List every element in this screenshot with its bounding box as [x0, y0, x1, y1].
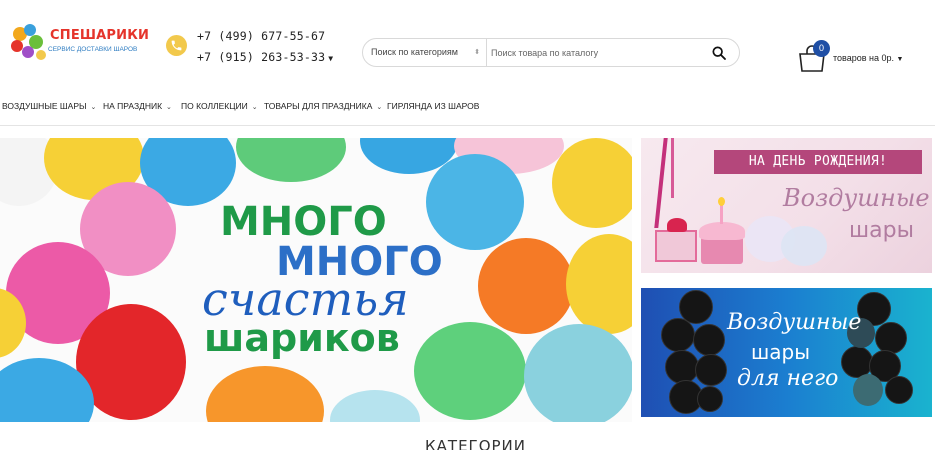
nav-item-label: ГИРЛЯНДА ИЗ ШАРОВ — [387, 101, 480, 111]
chevron-down-icon: ▼ — [896, 56, 904, 63]
cart-summary-text: товаров на 0р. — [833, 53, 894, 63]
chevron-down-icon[interactable]: ▼ — [328, 54, 333, 63]
balloon-image — [478, 238, 574, 334]
nav-item-label: ТОВАРЫ ДЛЯ ПРАЗДНИКА — [264, 101, 373, 111]
hero-line-1: МНОГО — [220, 199, 387, 245]
balloon-image — [206, 366, 324, 422]
balloon-image — [236, 138, 346, 182]
chevron-updown-icon: ⬍ — [474, 49, 480, 56]
chevron-down-icon: ⌄ — [251, 104, 258, 111]
hero-line-4: шариков — [204, 316, 400, 360]
logo-title: СПЕШАРИКИ — [50, 28, 150, 43]
hero-banner[interactable]: МНОГО МНОГО счастья шариков — [0, 138, 632, 422]
banner-birthday-title: НА ДЕНЬ РОЖДЕНИЯ! — [714, 150, 922, 174]
chevron-down-icon: ⌄ — [376, 104, 383, 111]
phone-number-secondary-text: +7 (915) 263-53-33 — [197, 50, 326, 64]
phone-number-primary[interactable]: +7 (499) 677-55-67 — [197, 29, 325, 43]
balloon-image — [552, 138, 632, 228]
nav-item-holiday[interactable]: НА ПРАЗДНИК ⌄ — [103, 101, 172, 111]
search-icon[interactable] — [711, 45, 727, 61]
cart-count-badge: 0 — [813, 40, 830, 57]
gift-box-image — [655, 230, 697, 262]
banner-for-him[interactable]: Воздушные шары для него — [641, 288, 932, 417]
balloon-image — [661, 318, 695, 352]
balloon-image — [695, 354, 727, 386]
banner-for-him-line-1: Воздушные — [727, 310, 862, 335]
chevron-down-icon: ⌄ — [166, 104, 172, 111]
search-category-select[interactable]: Поиск по категориям ⬍ — [363, 39, 487, 66]
balloon-image — [665, 350, 699, 384]
main-nav: ВОЗДУШНЫЕ ШАРЫ ⌄ НА ПРАЗДНИК ⌄ ПО КОЛЛЕКЦИ… — [0, 92, 935, 126]
site-logo[interactable]: СПЕШАРИКИ СЕРВИС ДОСТАВКИ ШАРОВ — [8, 22, 149, 62]
banner-for-him-line-3: для него — [737, 366, 839, 391]
balloon-image — [693, 324, 725, 356]
nav-item-party-goods[interactable]: ТОВАРЫ ДЛЯ ПРАЗДНИКА ⌄ — [264, 101, 382, 111]
balloon-image — [853, 374, 883, 406]
balloon-image — [414, 322, 526, 420]
balloon-image — [426, 154, 524, 250]
chevron-down-icon: ⌄ — [90, 104, 97, 111]
ribbon-decoration — [671, 138, 674, 198]
banner-birthday-line-1: Воздушные — [783, 184, 930, 212]
logo-balloons-icon — [11, 24, 46, 60]
phone-number-secondary[interactable]: +7 (915) 263-53-33 ▼ — [197, 50, 333, 64]
banner-birthday[interactable]: НА ДЕНЬ РОЖДЕНИЯ! Воздушные шары — [641, 138, 932, 273]
cupcake-frosting-image — [699, 222, 745, 240]
logo-subtitle: СЕРВИС ДОСТАВКИ ШАРОВ — [48, 46, 138, 53]
search-input[interactable] — [491, 43, 691, 62]
nav-item-label: ПО КОЛЛЕКЦИИ — [181, 101, 248, 111]
banner-birthday-line-2: шары — [849, 218, 914, 243]
balloon-image — [885, 376, 913, 404]
banner-for-him-line-2: шары — [751, 340, 811, 364]
phone-icon — [166, 35, 187, 56]
search-category-label: Поиск по категориям — [371, 47, 458, 57]
nav-item-balloons[interactable]: ВОЗДУШНЫЕ ШАРЫ ⌄ — [2, 101, 96, 111]
balloon-image — [781, 226, 827, 266]
cart-summary[interactable]: товаров на 0р. ▼ — [833, 53, 903, 63]
balloon-image — [566, 234, 632, 334]
balloon-image — [697, 386, 723, 412]
nav-item-label: НА ПРАЗДНИК — [103, 101, 163, 111]
flame-image — [718, 197, 725, 206]
balloon-image — [330, 390, 420, 422]
nav-item-collection[interactable]: ПО КОЛЛЕКЦИИ ⌄ — [181, 101, 258, 111]
balloon-image — [875, 322, 907, 354]
balloon-image — [524, 324, 632, 422]
ribbon-decoration — [654, 138, 668, 228]
candle-image — [720, 204, 723, 224]
search-bar: Поиск по категориям ⬍ — [362, 38, 740, 67]
gift-bow-image — [667, 218, 687, 232]
section-title-categories: КАТЕГОРИИ — [425, 437, 526, 450]
nav-item-garland[interactable]: ГИРЛЯНДА ИЗ ШАРОВ — [387, 101, 479, 111]
nav-item-label: ВОЗДУШНЫЕ ШАРЫ — [2, 101, 87, 111]
